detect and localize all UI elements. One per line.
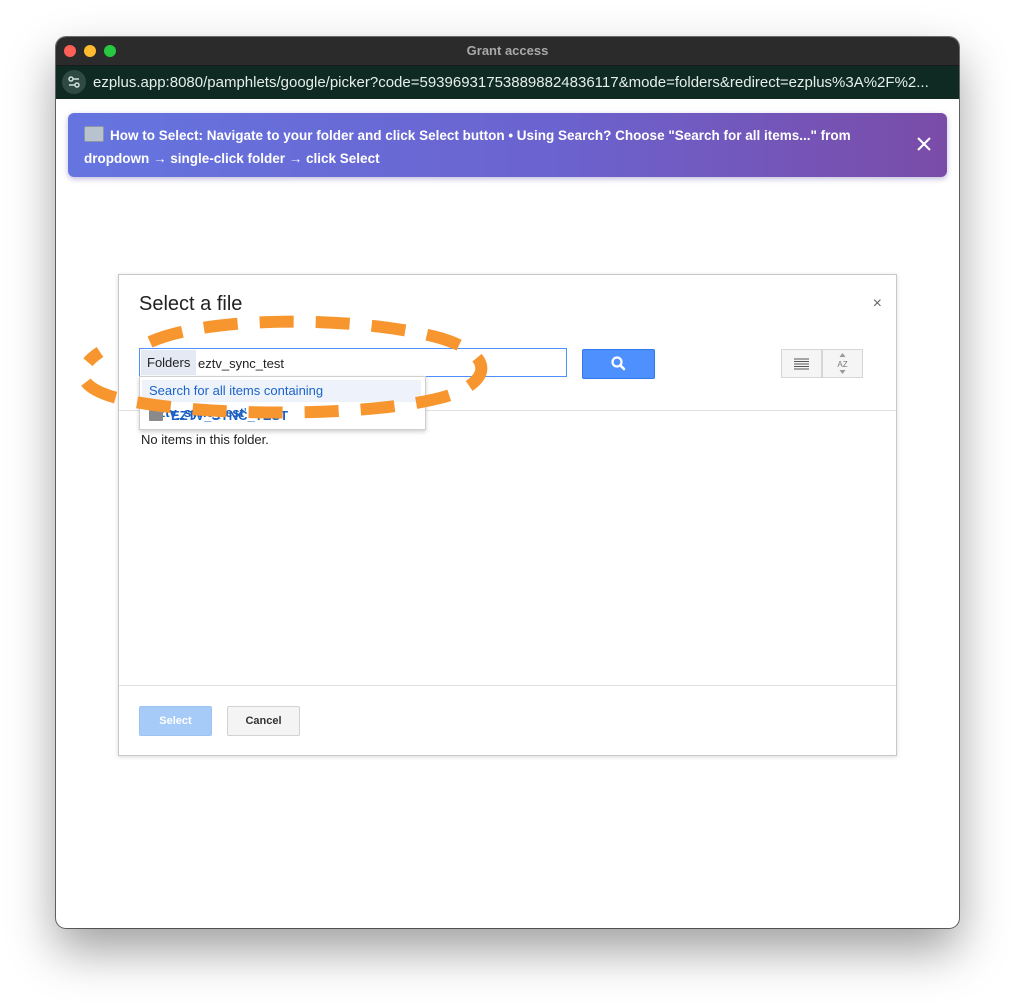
footer-divider — [119, 685, 896, 686]
list-view-button[interactable] — [781, 349, 822, 378]
url-text[interactable]: ezplus.app:8080/pamphlets/google/picker?… — [93, 74, 943, 91]
site-settings-icon[interactable] — [62, 70, 86, 94]
list-view-icon — [794, 358, 809, 370]
banner-text: How to Select: Navigate to your folder a… — [84, 128, 851, 166]
sort-button[interactable]: AZ — [822, 349, 863, 378]
shared-folder-icon — [149, 410, 163, 421]
dialog-title: Select a file — [139, 293, 243, 315]
search-icon — [611, 356, 626, 371]
search-scope-chip[interactable]: Folders — [141, 350, 197, 375]
app-window: Grant access ezplus.app:8080/pamphlets/g… — [56, 37, 959, 928]
dialog-close-button[interactable]: × — [873, 295, 882, 313]
close-icon[interactable] — [915, 135, 933, 153]
select-button[interactable]: Select — [139, 706, 212, 736]
search-all-items-option[interactable]: Search for all items containing 'eztv_sy… — [142, 380, 421, 420]
folder-suggestion-label: EZTV_SYNC_TEST — [171, 408, 289, 423]
search-box: Folders — [139, 348, 567, 377]
window-title: Grant access — [466, 43, 549, 58]
search-input[interactable] — [196, 352, 560, 374]
address-bar: ezplus.app:8080/pamphlets/google/picker?… — [56, 66, 959, 99]
search-suggestions-dropdown: Search for all items containing 'eztv_sy… — [139, 376, 426, 430]
file-picker-dialog: Select a file × Folders AZ — [118, 274, 897, 756]
sort-az-icon: AZ — [837, 353, 848, 374]
folder-suggestion[interactable]: EZTV_SYNC_TEST — [149, 406, 288, 426]
title-bar: Grant access — [56, 37, 959, 66]
folder-icon — [84, 126, 104, 142]
cancel-button[interactable]: Cancel — [227, 706, 300, 736]
svg-text:AZ: AZ — [837, 360, 847, 369]
empty-folder-message: No items in this folder. — [141, 432, 269, 447]
search-button[interactable] — [582, 349, 655, 379]
instruction-banner: How to Select: Navigate to your folder a… — [68, 113, 947, 177]
banner-message: How to Select: Navigate to your folder a… — [84, 124, 904, 170]
